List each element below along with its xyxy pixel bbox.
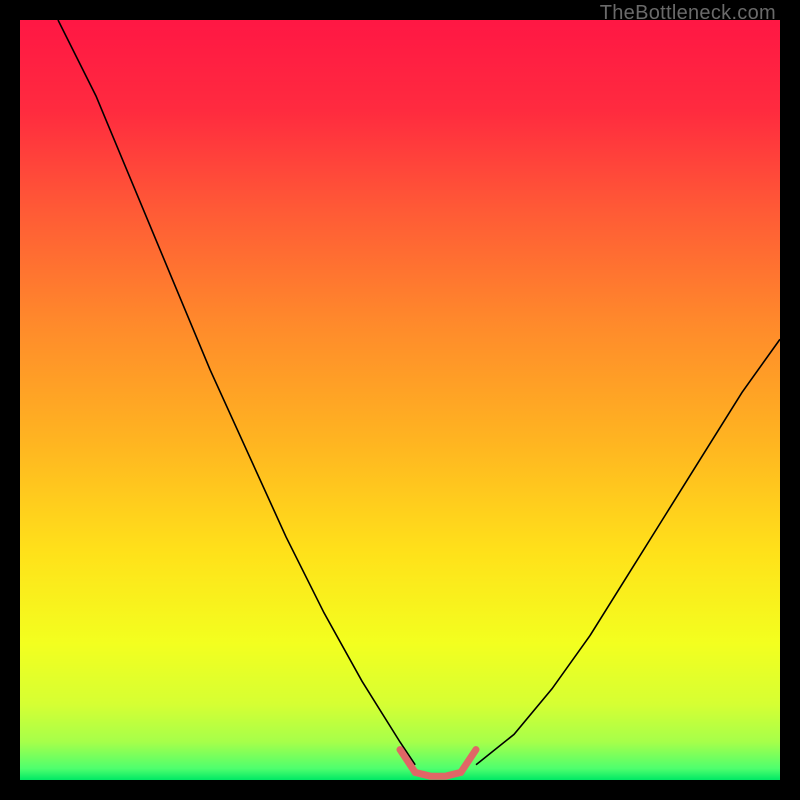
chart-frame xyxy=(20,20,780,780)
chart-svg xyxy=(20,20,780,780)
chart-background xyxy=(20,20,780,780)
watermark-text: TheBottleneck.com xyxy=(600,2,776,25)
